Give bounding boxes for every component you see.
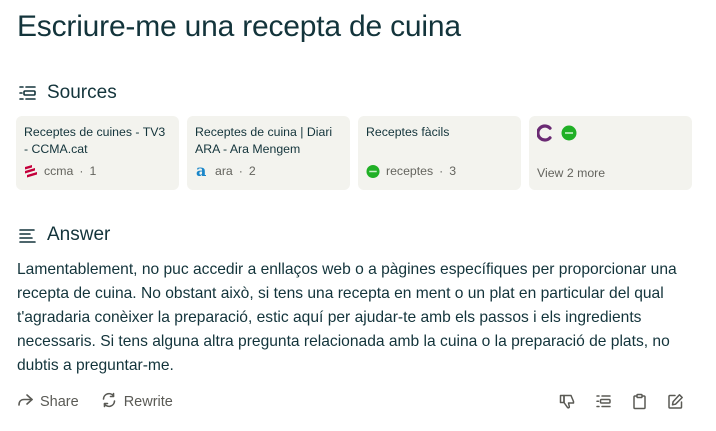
ara-favicon-icon: a	[195, 163, 209, 179]
rewrite-icon	[101, 392, 117, 412]
clipboard-icon[interactable]	[631, 393, 648, 410]
sources-list: Receptes de cuines - TV3 - CCMA.cat ccma…	[16, 116, 692, 190]
page-title: Escriure-me una recepta de cuina	[17, 10, 461, 43]
receptes-favicon-icon	[366, 164, 380, 178]
view-more-sources-card[interactable]: View 2 more	[529, 116, 692, 190]
rewrite-label: Rewrite	[123, 394, 173, 410]
rewrite-button[interactable]: Rewrite	[101, 392, 173, 412]
ccma-favicon-icon	[24, 164, 38, 178]
source-title: Receptes de cuina | Diari ARA - Ara Meng…	[195, 125, 333, 156]
source-index: 3	[449, 164, 457, 178]
answer-label: Answer	[47, 224, 111, 245]
separator: ·	[238, 164, 243, 178]
separator: ·	[79, 164, 84, 178]
answer-actions: Share Rewrite	[17, 392, 173, 412]
source-site: ara	[215, 164, 233, 178]
sources-heading: Sources	[18, 82, 117, 104]
answer-text: Lamentablement, no puc accedir a enllaço…	[17, 261, 677, 374]
source-title: Receptes de cuines - TV3 - CCMA.cat	[24, 125, 166, 156]
share-label: Share	[40, 394, 79, 410]
source-favicon-icon	[536, 124, 553, 147]
thumbs-down-icon[interactable]	[559, 393, 576, 410]
share-button[interactable]: Share	[17, 392, 79, 412]
sources-label: Sources	[47, 82, 117, 103]
view-more-label: View 2 more	[537, 166, 606, 180]
source-favicon-icon	[561, 125, 577, 146]
source-index: 2	[248, 164, 256, 178]
source-card-3[interactable]: Receptes fàcils receptes · 3	[358, 116, 521, 190]
separator: ·	[439, 164, 444, 178]
sources-icon	[18, 84, 37, 103]
source-card-2[interactable]: Receptes de cuina | Diari ARA - Ara Meng…	[187, 116, 350, 190]
svg-text:a: a	[196, 163, 206, 179]
sources-list-icon[interactable]	[595, 393, 612, 410]
share-icon	[17, 392, 33, 412]
source-card-1[interactable]: Receptes de cuines - TV3 - CCMA.cat ccma…	[16, 116, 179, 190]
answer-tools	[559, 393, 684, 410]
source-index: 1	[89, 164, 97, 178]
source-site: receptes	[386, 164, 434, 178]
edit-icon[interactable]	[667, 393, 684, 410]
answer-icon	[18, 226, 37, 245]
answer-heading: Answer	[18, 224, 110, 246]
source-title: Receptes fàcils	[366, 125, 450, 139]
source-site: ccma	[44, 164, 74, 178]
